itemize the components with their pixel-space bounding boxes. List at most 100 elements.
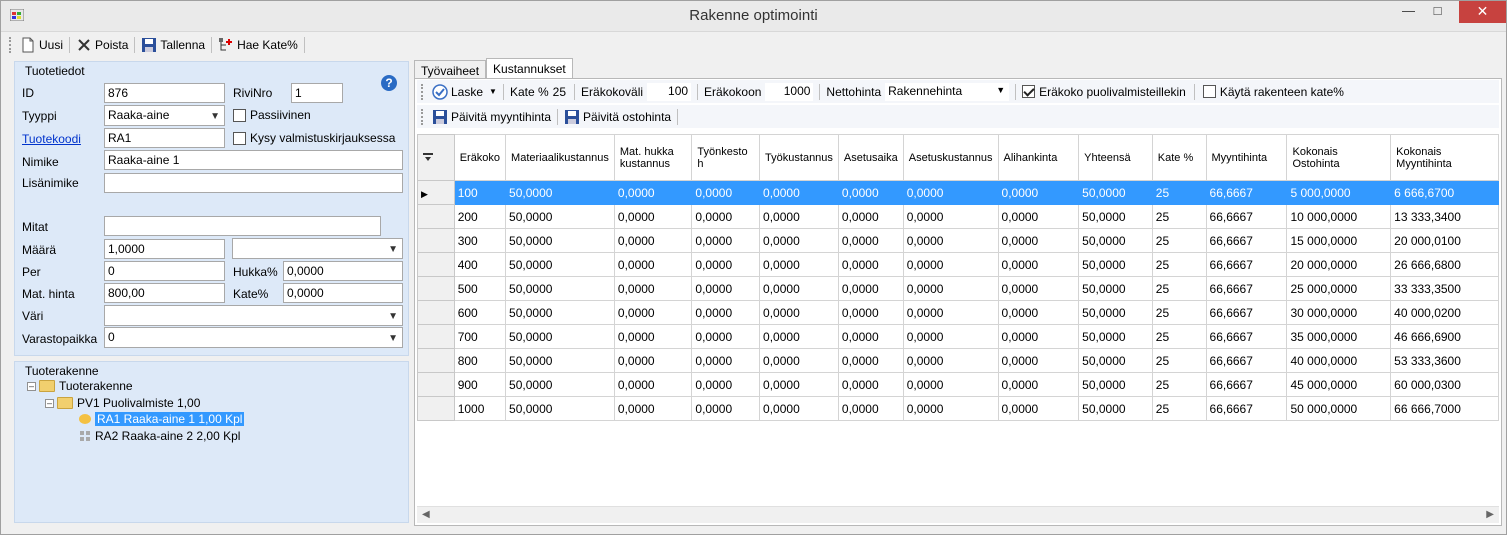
- table-row[interactable]: 600 50,0000 0,0000 0,0000 0,0000 0,0000 0,0000…: [417, 300, 1499, 325]
- grid-cell[interactable]: 50,0000: [505, 252, 615, 277]
- tyyppi-select[interactable]: Raaka-aine ▼: [104, 105, 225, 126]
- maara-field[interactable]: 1,0000: [104, 239, 225, 259]
- grid-cell[interactable]: 15 000,0000: [1286, 228, 1392, 253]
- fetch-margin-button[interactable]: Hae Kate%: [214, 34, 302, 55]
- grid-cell[interactable]: 300: [453, 228, 507, 253]
- grid-cell[interactable]: 26 666,6800: [1390, 252, 1499, 277]
- grid-cell[interactable]: 0,0000: [837, 396, 904, 421]
- grid-cell[interactable]: 0,0000: [691, 252, 761, 277]
- grid-cell[interactable]: 66,6667: [1205, 372, 1288, 397]
- grid-cell[interactable]: 66,6667: [1205, 180, 1288, 205]
- maximize-button[interactable]: □: [1424, 1, 1451, 23]
- tuotekoodi-field[interactable]: RA1: [104, 128, 225, 148]
- grid-cell[interactable]: 0,0000: [691, 276, 761, 301]
- grid-cell[interactable]: 25: [1151, 228, 1207, 253]
- tree-leaf-ra1[interactable]: RA1 Raaka-aine 1 1,00 Kpl: [79, 412, 245, 426]
- collapse-icon[interactable]: –: [27, 381, 36, 391]
- grid-cell[interactable]: 0,0000: [691, 396, 761, 421]
- grid-column-header[interactable]: Eräkoko: [453, 134, 507, 181]
- grid-cell[interactable]: 0,0000: [759, 324, 839, 349]
- grid-cell[interactable]: 50,0000: [505, 396, 615, 421]
- grid-cell[interactable]: 0,0000: [997, 204, 1080, 229]
- grid-cell[interactable]: 50,0000: [1078, 276, 1153, 301]
- grid-cell[interactable]: 0,0000: [997, 396, 1080, 421]
- grid-cell[interactable]: 53 333,3600: [1390, 348, 1499, 373]
- grid-cell[interactable]: 45 000,0000: [1286, 372, 1392, 397]
- grid-column-header[interactable]: Yhteensä: [1078, 134, 1153, 181]
- grid-cell[interactable]: 0,0000: [902, 252, 999, 277]
- grid-cell[interactable]: 0,0000: [837, 276, 904, 301]
- table-row[interactable]: 1000 50,0000 0,0000 0,0000 0,0000 0,0000 0,000…: [417, 396, 1499, 421]
- row-header[interactable]: [417, 372, 455, 397]
- toolstrip-grip[interactable]: [421, 83, 424, 100]
- grid-cell[interactable]: 0,0000: [613, 204, 693, 229]
- grid-cell[interactable]: 50,0000: [1078, 180, 1153, 205]
- grid-cell[interactable]: 66,6667: [1205, 276, 1288, 301]
- grid-cell[interactable]: 50,0000: [505, 348, 615, 373]
- maara-unit-select[interactable]: ▼: [232, 238, 403, 259]
- grid-column-header[interactable]: Myyntihinta: [1205, 134, 1288, 181]
- new-button[interactable]: Uusi: [16, 34, 67, 55]
- grid-cell[interactable]: 900: [453, 372, 507, 397]
- grid-cell[interactable]: 600: [453, 300, 507, 325]
- horizontal-scrollbar[interactable]: ◀ ▶: [417, 506, 1499, 523]
- laske-button[interactable]: Laske ▼: [428, 81, 501, 102]
- mitat-field[interactable]: [104, 216, 381, 236]
- grid-cell[interactable]: 400: [453, 252, 507, 277]
- grid-cell[interactable]: 0,0000: [613, 372, 693, 397]
- grid-cell[interactable]: 800: [453, 348, 507, 373]
- tab-tyovaiheet[interactable]: Työvaiheet: [414, 60, 487, 80]
- grid-cell[interactable]: 0,0000: [837, 372, 904, 397]
- grid-cell[interactable]: 25: [1151, 204, 1207, 229]
- grid-cell[interactable]: 0,0000: [613, 348, 693, 373]
- grid-cell[interactable]: 66 666,7000: [1390, 396, 1499, 421]
- grid-cell[interactable]: 0,0000: [691, 180, 761, 205]
- grid-column-header[interactable]: Työnkesto h: [691, 134, 761, 181]
- grid-cell[interactable]: 50,0000: [505, 276, 615, 301]
- table-row[interactable]: 700 50,0000 0,0000 0,0000 0,0000 0,0000 0,0000…: [417, 324, 1499, 349]
- grid-cell[interactable]: 0,0000: [613, 252, 693, 277]
- grid-cell[interactable]: 66,6667: [1205, 348, 1288, 373]
- grid-cell[interactable]: 0,0000: [837, 180, 904, 205]
- grid-corner[interactable]: [417, 134, 455, 181]
- toolbar-grip[interactable]: [9, 36, 12, 53]
- grid-cell[interactable]: 60 000,0300: [1390, 372, 1499, 397]
- grid-cell[interactable]: 0,0000: [902, 348, 999, 373]
- row-header[interactable]: [417, 324, 455, 349]
- kysy-checkbox[interactable]: Kysy valmistuskirjauksessa: [233, 131, 395, 145]
- grid-cell[interactable]: 0,0000: [691, 300, 761, 325]
- grid-cell[interactable]: 25: [1151, 348, 1207, 373]
- scroll-right-icon[interactable]: ▶: [1486, 509, 1494, 520]
- collapse-icon[interactable]: –: [45, 398, 54, 408]
- grid-cell[interactable]: 0,0000: [691, 204, 761, 229]
- grid-cell[interactable]: 0,0000: [997, 228, 1080, 253]
- grid-cell[interactable]: 25: [1151, 324, 1207, 349]
- grid-cell[interactable]: 33 333,3500: [1390, 276, 1499, 301]
- erakoko-puoli-checkbox[interactable]: Eräkoko puolivalmisteillekin: [1022, 85, 1186, 99]
- grid-column-header[interactable]: Asetuskustannus: [902, 134, 999, 181]
- grid-cell[interactable]: 50,0000: [1078, 372, 1153, 397]
- table-row[interactable]: 500 50,0000 0,0000 0,0000 0,0000 0,0000 0,0000…: [417, 276, 1499, 301]
- grid-cell[interactable]: 25: [1151, 396, 1207, 421]
- grid-cell[interactable]: 0,0000: [613, 228, 693, 253]
- grid-cell[interactable]: 200: [453, 204, 507, 229]
- grid-cell[interactable]: 0,0000: [613, 396, 693, 421]
- grid-cell[interactable]: 66,6667: [1205, 204, 1288, 229]
- grid-cell[interactable]: 20 000,0100: [1390, 228, 1499, 253]
- row-header[interactable]: [417, 228, 455, 253]
- grid-cell[interactable]: 25: [1151, 372, 1207, 397]
- table-row[interactable]: 400 50,0000 0,0000 0,0000 0,0000 0,0000 0,0000…: [417, 252, 1499, 277]
- grid-cell[interactable]: 25: [1151, 252, 1207, 277]
- grid-column-header[interactable]: Työkustannus: [759, 134, 839, 181]
- grid-cell[interactable]: 0,0000: [759, 348, 839, 373]
- row-header[interactable]: ▶: [417, 180, 455, 205]
- grid-cell[interactable]: 50,0000: [505, 300, 615, 325]
- grid-cell[interactable]: 0,0000: [902, 276, 999, 301]
- grid-cell[interactable]: 50,0000: [505, 372, 615, 397]
- erakokoon-field[interactable]: 1000: [765, 82, 814, 101]
- grid-cell[interactable]: 50,0000: [505, 228, 615, 253]
- row-header[interactable]: [417, 204, 455, 229]
- mathinta-field[interactable]: 800,00: [104, 283, 225, 303]
- erakokovali-field[interactable]: 100: [647, 82, 692, 101]
- grid-cell[interactable]: 50,0000: [505, 204, 615, 229]
